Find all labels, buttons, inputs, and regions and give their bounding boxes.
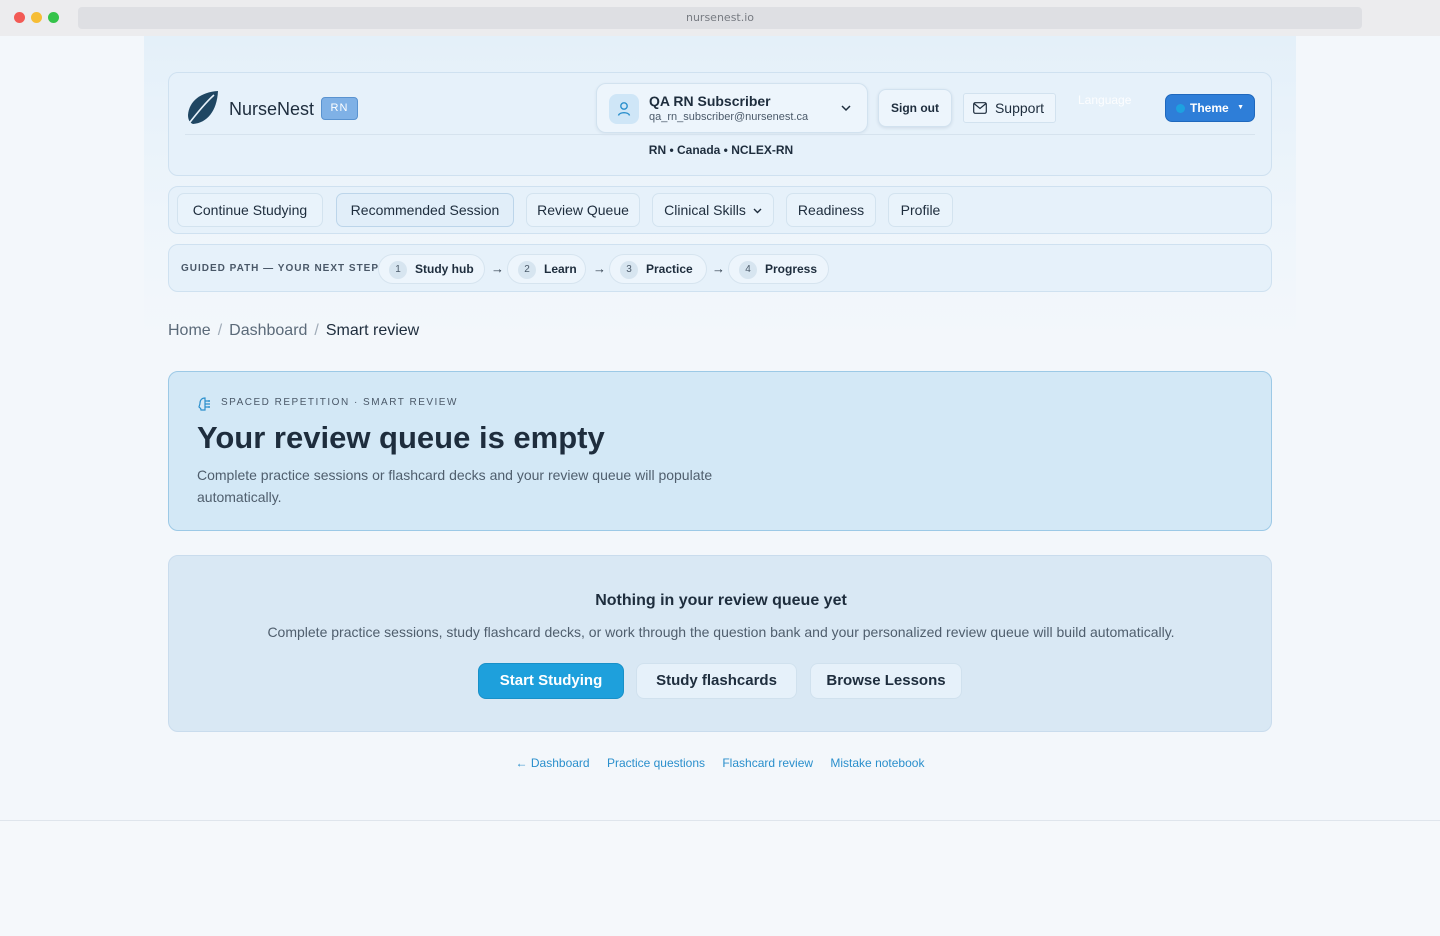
theme-dot-icon [1176,104,1185,113]
leaf-logo-icon[interactable] [185,89,221,127]
start-studying-button[interactable]: Start Studying [478,663,624,699]
site-header: NurseNest RN QA RN Subscriber qa_rn_subs… [168,72,1272,176]
support-label: Support [994,100,1045,116]
close-window-icon[interactable] [14,12,25,23]
breadcrumb-home[interactable]: Home [168,322,211,339]
nav-continue-studying[interactable]: Continue Studying [177,193,323,227]
step-study-hub[interactable]: 1 Study hub [378,254,485,284]
user-email: qa_rn_subscriber@nursenest.ca [649,111,809,123]
step-progress[interactable]: 4 Progress [728,254,829,284]
step-number: 4 [739,261,757,279]
guided-path: GUIDED PATH — YOUR NEXT STEP 1 Study hub… [168,244,1272,292]
user-menu[interactable]: QA RN Subscriber qa_rn_subscriber@nursen… [596,83,868,133]
minimize-window-icon[interactable] [31,12,42,23]
step-label: Learn [544,262,577,276]
user-name: QA RN Subscriber [649,93,771,109]
step-number: 2 [518,261,536,279]
link-dashboard[interactable]: ← Dashboard [516,756,590,770]
mail-icon [973,102,987,114]
header-divider [185,134,1255,135]
brand-name[interactable]: NurseNest [229,99,314,120]
browse-lessons-button[interactable]: Browse Lessons [810,663,962,699]
step-number: 3 [620,261,638,279]
breadcrumb-current: Smart review [325,322,420,339]
brain-icon [198,397,210,411]
maximize-window-icon[interactable] [48,12,59,23]
hero-kicker: SPACED REPETITION · SMART REVIEW [221,397,458,408]
breadcrumb-dashboard[interactable]: Dashboard [229,322,307,339]
study-flashcards-button[interactable]: Study flashcards [636,663,797,699]
step-practice[interactable]: 3 Practice [609,254,707,284]
empty-state-card: Nothing in your review queue yet Complet… [168,555,1272,732]
nav-profile[interactable]: Profile [888,193,953,227]
step-label: Study hub [415,262,474,276]
empty-state-title: Nothing in your review queue yet [595,592,847,609]
bottom-links: ← Dashboard Practice questions Flashcard… [0,756,1440,770]
rn-badge: RN [321,97,358,120]
page-title: Your review queue is empty [197,420,605,455]
user-icon [617,102,631,116]
theme-label: Theme [1190,101,1229,115]
nav-clinical-skills-label: Clinical Skills [664,202,746,218]
breadcrumb-separator: / [314,322,319,339]
avatar [609,94,639,124]
step-label: Progress [765,262,818,276]
chevron-down-icon [753,208,762,214]
empty-state-description: Complete practice sessions, study flashc… [267,624,1175,640]
browser-chrome: nursenest.io [0,0,1440,36]
nav-review-queue[interactable]: Review Queue [526,193,640,227]
nav-readiness[interactable]: Readiness [786,193,876,227]
language-label: Language [1078,93,1132,107]
nav-recommended-session[interactable]: Recommended Session [336,193,514,227]
link-mistake-notebook[interactable]: Mistake notebook [830,756,924,770]
profile-meta: RN • Canada • NCLEX-RN [648,143,794,157]
arrow-right-icon: → [593,261,606,276]
arrow-right-icon: → [491,261,504,276]
step-number: 1 [389,261,407,279]
guided-path-label: GUIDED PATH — YOUR NEXT STEP [181,263,380,274]
link-flashcard-review[interactable]: Flashcard review [722,756,813,770]
main-nav: Continue Studying Recommended Session Re… [168,186,1272,234]
nav-clinical-skills[interactable]: Clinical Skills [652,193,774,227]
support-button[interactable]: Support [963,93,1056,123]
arrow-right-icon: → [712,261,725,276]
caret-down-icon: ▼ [1237,104,1244,111]
hero-description: Complete practice sessions or flashcard … [197,467,713,505]
chevron-down-icon [841,105,851,112]
breadcrumb: Home / Dashboard / Smart review [168,322,419,340]
breadcrumb-separator: / [217,322,223,339]
step-label: Practice [646,262,693,276]
language-select[interactable] [1078,109,1136,123]
review-hero: SPACED REPETITION · SMART REVIEW Your re… [168,371,1272,531]
sign-out-button[interactable]: Sign out [878,89,952,127]
footer-area [0,821,1440,936]
step-learn[interactable]: 2 Learn [507,254,586,284]
link-practice-questions[interactable]: Practice questions [607,756,705,770]
address-bar[interactable]: nursenest.io [78,7,1362,29]
theme-button[interactable]: Theme ▼ [1165,94,1255,122]
